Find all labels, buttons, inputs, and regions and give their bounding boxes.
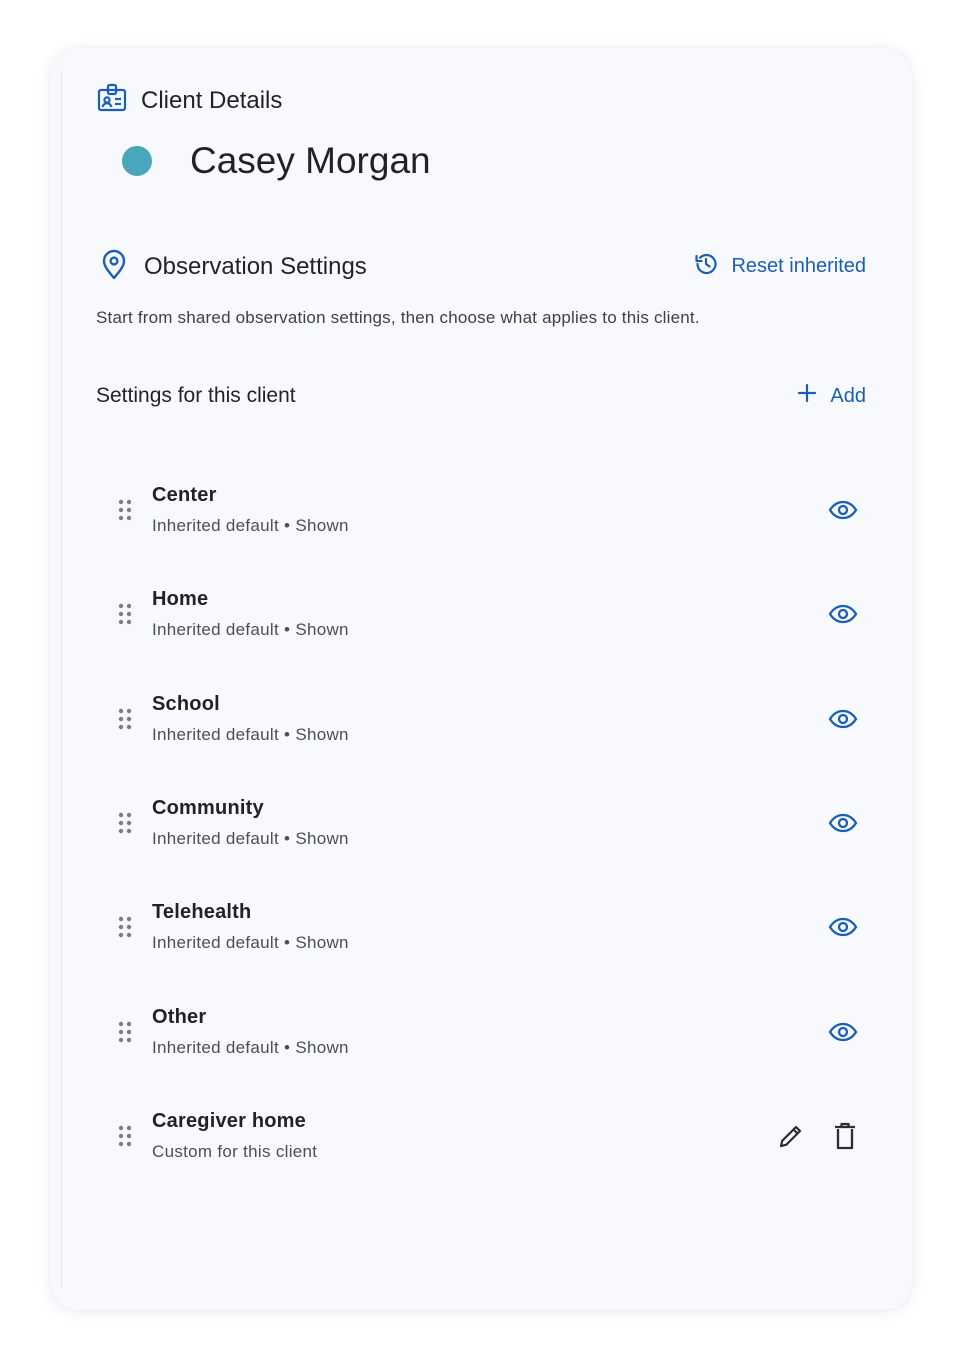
pencil-icon[interactable] <box>776 1121 806 1151</box>
list-item-status: Inherited default • Shown <box>152 724 349 744</box>
list-item-text: Home Inherited default • Shown <box>152 588 828 640</box>
list-item: Telehealth Inherited default • Shown <box>110 875 866 979</box>
section-description: Start from shared observation settings, … <box>96 308 700 327</box>
list-item-status: Inherited default • Shown <box>152 620 349 640</box>
id-badge-icon <box>96 82 128 119</box>
list-item-actions <box>828 708 858 730</box>
drag-handle-icon[interactable] <box>110 916 140 938</box>
eye-icon[interactable] <box>828 708 858 730</box>
eye-icon[interactable] <box>828 812 858 834</box>
list-item-label: School <box>152 692 220 715</box>
list-item-status: Inherited default • Shown <box>152 516 349 536</box>
eye-icon[interactable] <box>828 603 858 625</box>
list-item: Home Inherited default • Shown <box>110 562 866 666</box>
section-title-text: Observation Settings <box>144 252 367 280</box>
add-button[interactable]: Add <box>796 382 866 410</box>
list-item-text: Telehealth Inherited default • Shown <box>152 901 828 953</box>
list-item-actions <box>828 499 858 521</box>
client-color-dot <box>122 146 152 176</box>
list-item-actions <box>776 1121 858 1151</box>
list-item-label: Caregiver home <box>152 1109 306 1132</box>
page-title: Client Details <box>141 86 283 114</box>
drag-handle-icon[interactable] <box>110 812 140 834</box>
reset-inherited-label: Reset inherited <box>731 255 866 277</box>
client-summary: Casey Morgan <box>122 140 431 182</box>
list-item: Community Inherited default • Shown <box>110 771 866 875</box>
settings-list: Center Inherited default • Shown Home In… <box>110 458 866 1188</box>
drag-handle-icon[interactable] <box>110 499 140 521</box>
list-item: Caregiver home Custom for this client <box>110 1084 866 1188</box>
drag-handle-icon[interactable] <box>110 603 140 625</box>
settings-subheader: Settings for this client Add <box>96 382 866 410</box>
card-header: Client Details <box>96 82 282 119</box>
list-item-label: Other <box>152 1005 207 1028</box>
list-item-label: Community <box>152 797 264 820</box>
drag-handle-icon[interactable] <box>110 708 140 730</box>
add-label: Add <box>830 384 866 407</box>
divider <box>61 70 62 1288</box>
list-item-label: Telehealth <box>152 901 252 924</box>
list-item-actions <box>828 916 858 938</box>
observation-settings-header: Observation Settings Reset inherited <box>100 248 866 285</box>
trash-icon[interactable] <box>832 1121 858 1151</box>
list-item: Other Inherited default • Shown <box>110 979 866 1083</box>
client-details-card: Client Details Casey Morgan Observation … <box>50 48 912 1310</box>
reset-inherited-button[interactable]: Reset inherited <box>693 251 866 283</box>
list-item-text: Community Inherited default • Shown <box>152 797 828 849</box>
list-item-status: Custom for this client <box>152 1141 318 1161</box>
location-pin-icon <box>100 248 128 285</box>
list-item-actions <box>828 603 858 625</box>
list-item-status: Inherited default • Shown <box>152 1037 349 1057</box>
list-item-status: Inherited default • Shown <box>152 933 349 953</box>
settings-title: Settings for this client <box>96 384 296 407</box>
list-item-label: Center <box>152 484 217 507</box>
eye-icon[interactable] <box>828 1021 858 1043</box>
drag-handle-icon[interactable] <box>110 1021 140 1043</box>
eye-icon[interactable] <box>828 499 858 521</box>
list-item-status: Inherited default • Shown <box>152 829 349 849</box>
drag-handle-icon[interactable] <box>110 1125 140 1147</box>
plus-icon <box>796 382 818 410</box>
list-item-actions <box>828 1021 858 1043</box>
list-item-label: Home <box>152 588 209 611</box>
list-item-text: School Inherited default • Shown <box>152 693 828 745</box>
list-item: School Inherited default • Shown <box>110 667 866 771</box>
eye-icon[interactable] <box>828 916 858 938</box>
history-icon <box>693 251 719 283</box>
section-title: Observation Settings <box>100 248 367 285</box>
list-item-actions <box>828 812 858 834</box>
list-item-text: Center Inherited default • Shown <box>152 484 828 536</box>
client-name: Casey Morgan <box>190 140 431 181</box>
list-item-text: Caregiver home Custom for this client <box>152 1110 776 1162</box>
list-item: Center Inherited default • Shown <box>110 458 866 562</box>
list-item-text: Other Inherited default • Shown <box>152 1006 828 1058</box>
